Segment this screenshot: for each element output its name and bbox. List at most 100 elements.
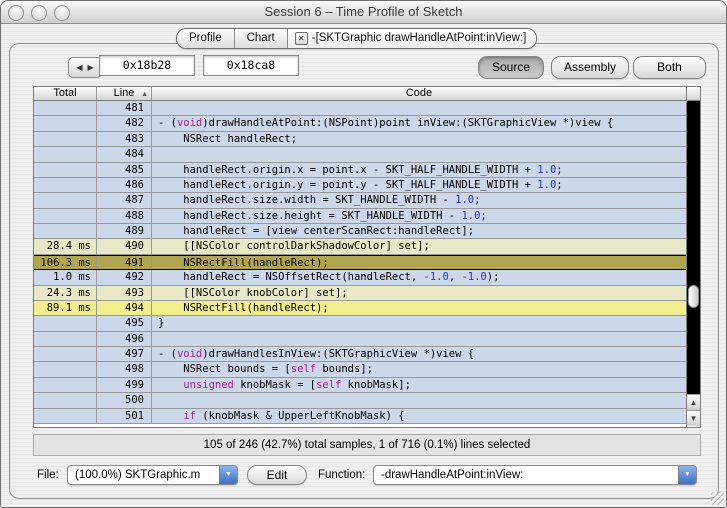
code-cell: handleRect.origin.x = point.x - SKT_HALF… bbox=[152, 163, 686, 177]
app-window: Session 6 – Time Profile of Sketch Profi… bbox=[0, 0, 727, 508]
total-time-cell bbox=[34, 332, 97, 346]
resize-grip[interactable] bbox=[711, 492, 724, 505]
line-number-cell: 492 bbox=[97, 270, 152, 284]
table-row[interactable]: 1.0 ms492 handleRect = NSOffsetRect(hand… bbox=[34, 270, 686, 285]
table-row[interactable]: 498 NSRect bounds = [self bounds]; bbox=[34, 362, 686, 377]
total-time-cell bbox=[34, 378, 97, 392]
column-header-code[interactable]: Code bbox=[152, 87, 686, 100]
tab-function-label: -[SKTGraphic drawHandleAtPoint:inView:] bbox=[312, 29, 527, 48]
total-time-cell bbox=[34, 209, 97, 223]
table-row[interactable]: 482- (void)drawHandleAtPoint:(NSPoint)po… bbox=[34, 116, 686, 131]
file-label: File: bbox=[37, 465, 59, 485]
column-header-line-label: Line bbox=[114, 87, 135, 99]
code-cell: [[NSColor knobColor] set]; bbox=[152, 286, 686, 300]
line-number-cell: 495 bbox=[97, 316, 152, 330]
table-row[interactable]: 484 bbox=[34, 147, 686, 162]
back-arrow-icon[interactable]: ◀ bbox=[76, 63, 82, 72]
total-time-cell bbox=[34, 163, 97, 177]
line-number-cell: 491 bbox=[97, 256, 152, 269]
line-number-cell: 496 bbox=[97, 332, 152, 346]
code-cell: handleRect = NSOffsetRect(handleRect, -1… bbox=[152, 270, 686, 284]
scroll-down-icon[interactable]: ▼ bbox=[687, 410, 700, 426]
column-header-total[interactable]: Total bbox=[34, 87, 97, 100]
total-time-cell: 24.3 ms bbox=[34, 286, 97, 300]
file-popup-value: (100.0%) SKTGraphic.m bbox=[68, 466, 219, 484]
table-row[interactable]: 488 handleRect.size.height = SKT_HANDLE_… bbox=[34, 209, 686, 224]
total-time-cell bbox=[34, 347, 97, 361]
line-number-cell: 499 bbox=[97, 378, 152, 392]
table-row[interactable]: 501 if (knobMask & UpperLeftKnobMask) { bbox=[34, 409, 686, 424]
table-row[interactable]: 485 handleRect.origin.x = point.x - SKT_… bbox=[34, 163, 686, 178]
source-view-button[interactable]: Source bbox=[478, 56, 544, 79]
total-time-cell: 28.4 ms bbox=[34, 239, 97, 253]
code-cell: unsigned knobMask = [self knobMask]; bbox=[152, 378, 686, 392]
table-row[interactable]: 496 bbox=[34, 332, 686, 347]
tab-chart[interactable]: Chart bbox=[234, 29, 287, 48]
vertical-scrollbar: ▲ ▼ bbox=[686, 87, 700, 427]
table-row[interactable]: 481 bbox=[34, 101, 686, 116]
title-bar[interactable]: Session 6 – Time Profile of Sketch bbox=[1, 1, 726, 24]
close-tab-icon[interactable]: ✕ bbox=[295, 32, 308, 45]
table-row[interactable]: 489 handleRect = [view centerScanRect:ha… bbox=[34, 224, 686, 239]
total-time-cell bbox=[34, 116, 97, 130]
table-row[interactable]: 499 unsigned knobMask = [self knobMask]; bbox=[34, 378, 686, 393]
function-label: Function: bbox=[318, 465, 365, 485]
table-row[interactable]: 495} bbox=[34, 316, 686, 331]
code-cell: - (void)drawHandlesInView:(SKTGraphicVie… bbox=[152, 347, 686, 361]
line-number-cell: 497 bbox=[97, 347, 152, 361]
function-popup[interactable]: -drawHandleAtPoint:inView: ▼ bbox=[373, 465, 697, 485]
table-header: Total Line ▲ Code bbox=[34, 87, 686, 101]
file-popup[interactable]: (100.0%) SKTGraphic.m ▼ bbox=[67, 465, 238, 485]
code-cell: NSRectFill(handleRect); bbox=[152, 301, 686, 315]
table-row[interactable]: 497- (void)drawHandlesInView:(SKTGraphic… bbox=[34, 347, 686, 362]
table-row[interactable]: 500 bbox=[34, 393, 686, 408]
code-cell bbox=[152, 147, 686, 161]
code-cell: [[NSColor controlDarkShadowColor] set]; bbox=[152, 239, 686, 253]
line-number-cell: 483 bbox=[97, 132, 152, 146]
total-time-cell bbox=[34, 362, 97, 376]
code-cell: NSRectFill(handleRect); bbox=[152, 256, 686, 269]
table-row[interactable]: 487 handleRect.size.width = SKT_HANDLE_W… bbox=[34, 193, 686, 208]
total-time-cell: 106.3 ms bbox=[34, 256, 97, 269]
table-row[interactable]: 28.4 ms490 [[NSColor controlDarkShadowCo… bbox=[34, 239, 686, 254]
code-cell: } bbox=[152, 316, 686, 330]
code-table: Total Line ▲ Code 481482- (void)drawHand… bbox=[33, 86, 701, 428]
code-cell: NSRect handleRect; bbox=[152, 132, 686, 146]
code-cell: handleRect.size.width = SKT_HANDLE_WIDTH… bbox=[152, 193, 686, 207]
code-cell bbox=[152, 101, 686, 115]
code-table-body: 481482- (void)drawHandleAtPoint:(NSPoint… bbox=[34, 101, 686, 424]
table-row[interactable]: 24.3 ms493 [[NSColor knobColor] set]; bbox=[34, 286, 686, 301]
history-nav-button[interactable]: ◀ ▶ bbox=[68, 57, 102, 78]
total-time-cell bbox=[34, 147, 97, 161]
line-number-cell: 486 bbox=[97, 178, 152, 192]
table-row[interactable]: 486 handleRect.origin.y = point.y - SKT_… bbox=[34, 178, 686, 193]
table-row[interactable]: 89.1 ms494 NSRectFill(handleRect); bbox=[34, 301, 686, 316]
line-number-cell: 490 bbox=[97, 239, 152, 253]
line-number-cell: 487 bbox=[97, 193, 152, 207]
table-row[interactable]: 483 NSRect handleRect; bbox=[34, 132, 686, 147]
popup-arrow-icon[interactable]: ▼ bbox=[219, 466, 237, 484]
total-time-cell bbox=[34, 193, 97, 207]
status-bar: 105 of 246 (42.7%) total samples, 1 of 7… bbox=[33, 434, 701, 456]
line-number-cell: 493 bbox=[97, 286, 152, 300]
tab-function-view[interactable]: ✕ -[SKTGraphic drawHandleAtPoint:inView:… bbox=[287, 29, 537, 48]
scrollbar-thumb[interactable] bbox=[688, 285, 699, 308]
edit-button[interactable]: Edit bbox=[247, 465, 307, 485]
total-time-cell bbox=[34, 393, 97, 407]
address-field-start[interactable]: 0x18b28 bbox=[99, 55, 195, 76]
line-number-cell: 488 bbox=[97, 209, 152, 223]
column-header-line[interactable]: Line ▲ bbox=[97, 87, 152, 100]
tab-profile[interactable]: Profile bbox=[177, 29, 234, 48]
both-view-button[interactable]: Both bbox=[633, 56, 706, 79]
scrollbar-track[interactable] bbox=[687, 101, 700, 394]
popup-arrow-icon[interactable]: ▼ bbox=[678, 466, 696, 484]
assembly-view-button[interactable]: Assembly bbox=[551, 56, 629, 79]
table-row[interactable]: 106.3 ms491 NSRectFill(handleRect); bbox=[34, 255, 686, 270]
total-time-cell bbox=[34, 409, 97, 423]
address-field-end[interactable]: 0x18ca8 bbox=[203, 55, 299, 76]
code-cell bbox=[152, 332, 686, 346]
forward-arrow-icon[interactable]: ▶ bbox=[88, 63, 94, 72]
scroll-up-icon[interactable]: ▲ bbox=[687, 394, 700, 410]
code-cell: - (void)drawHandleAtPoint:(NSPoint)point… bbox=[152, 116, 686, 130]
tab-bar: Profile Chart ✕ -[SKTGraphic drawHandleA… bbox=[176, 28, 537, 49]
